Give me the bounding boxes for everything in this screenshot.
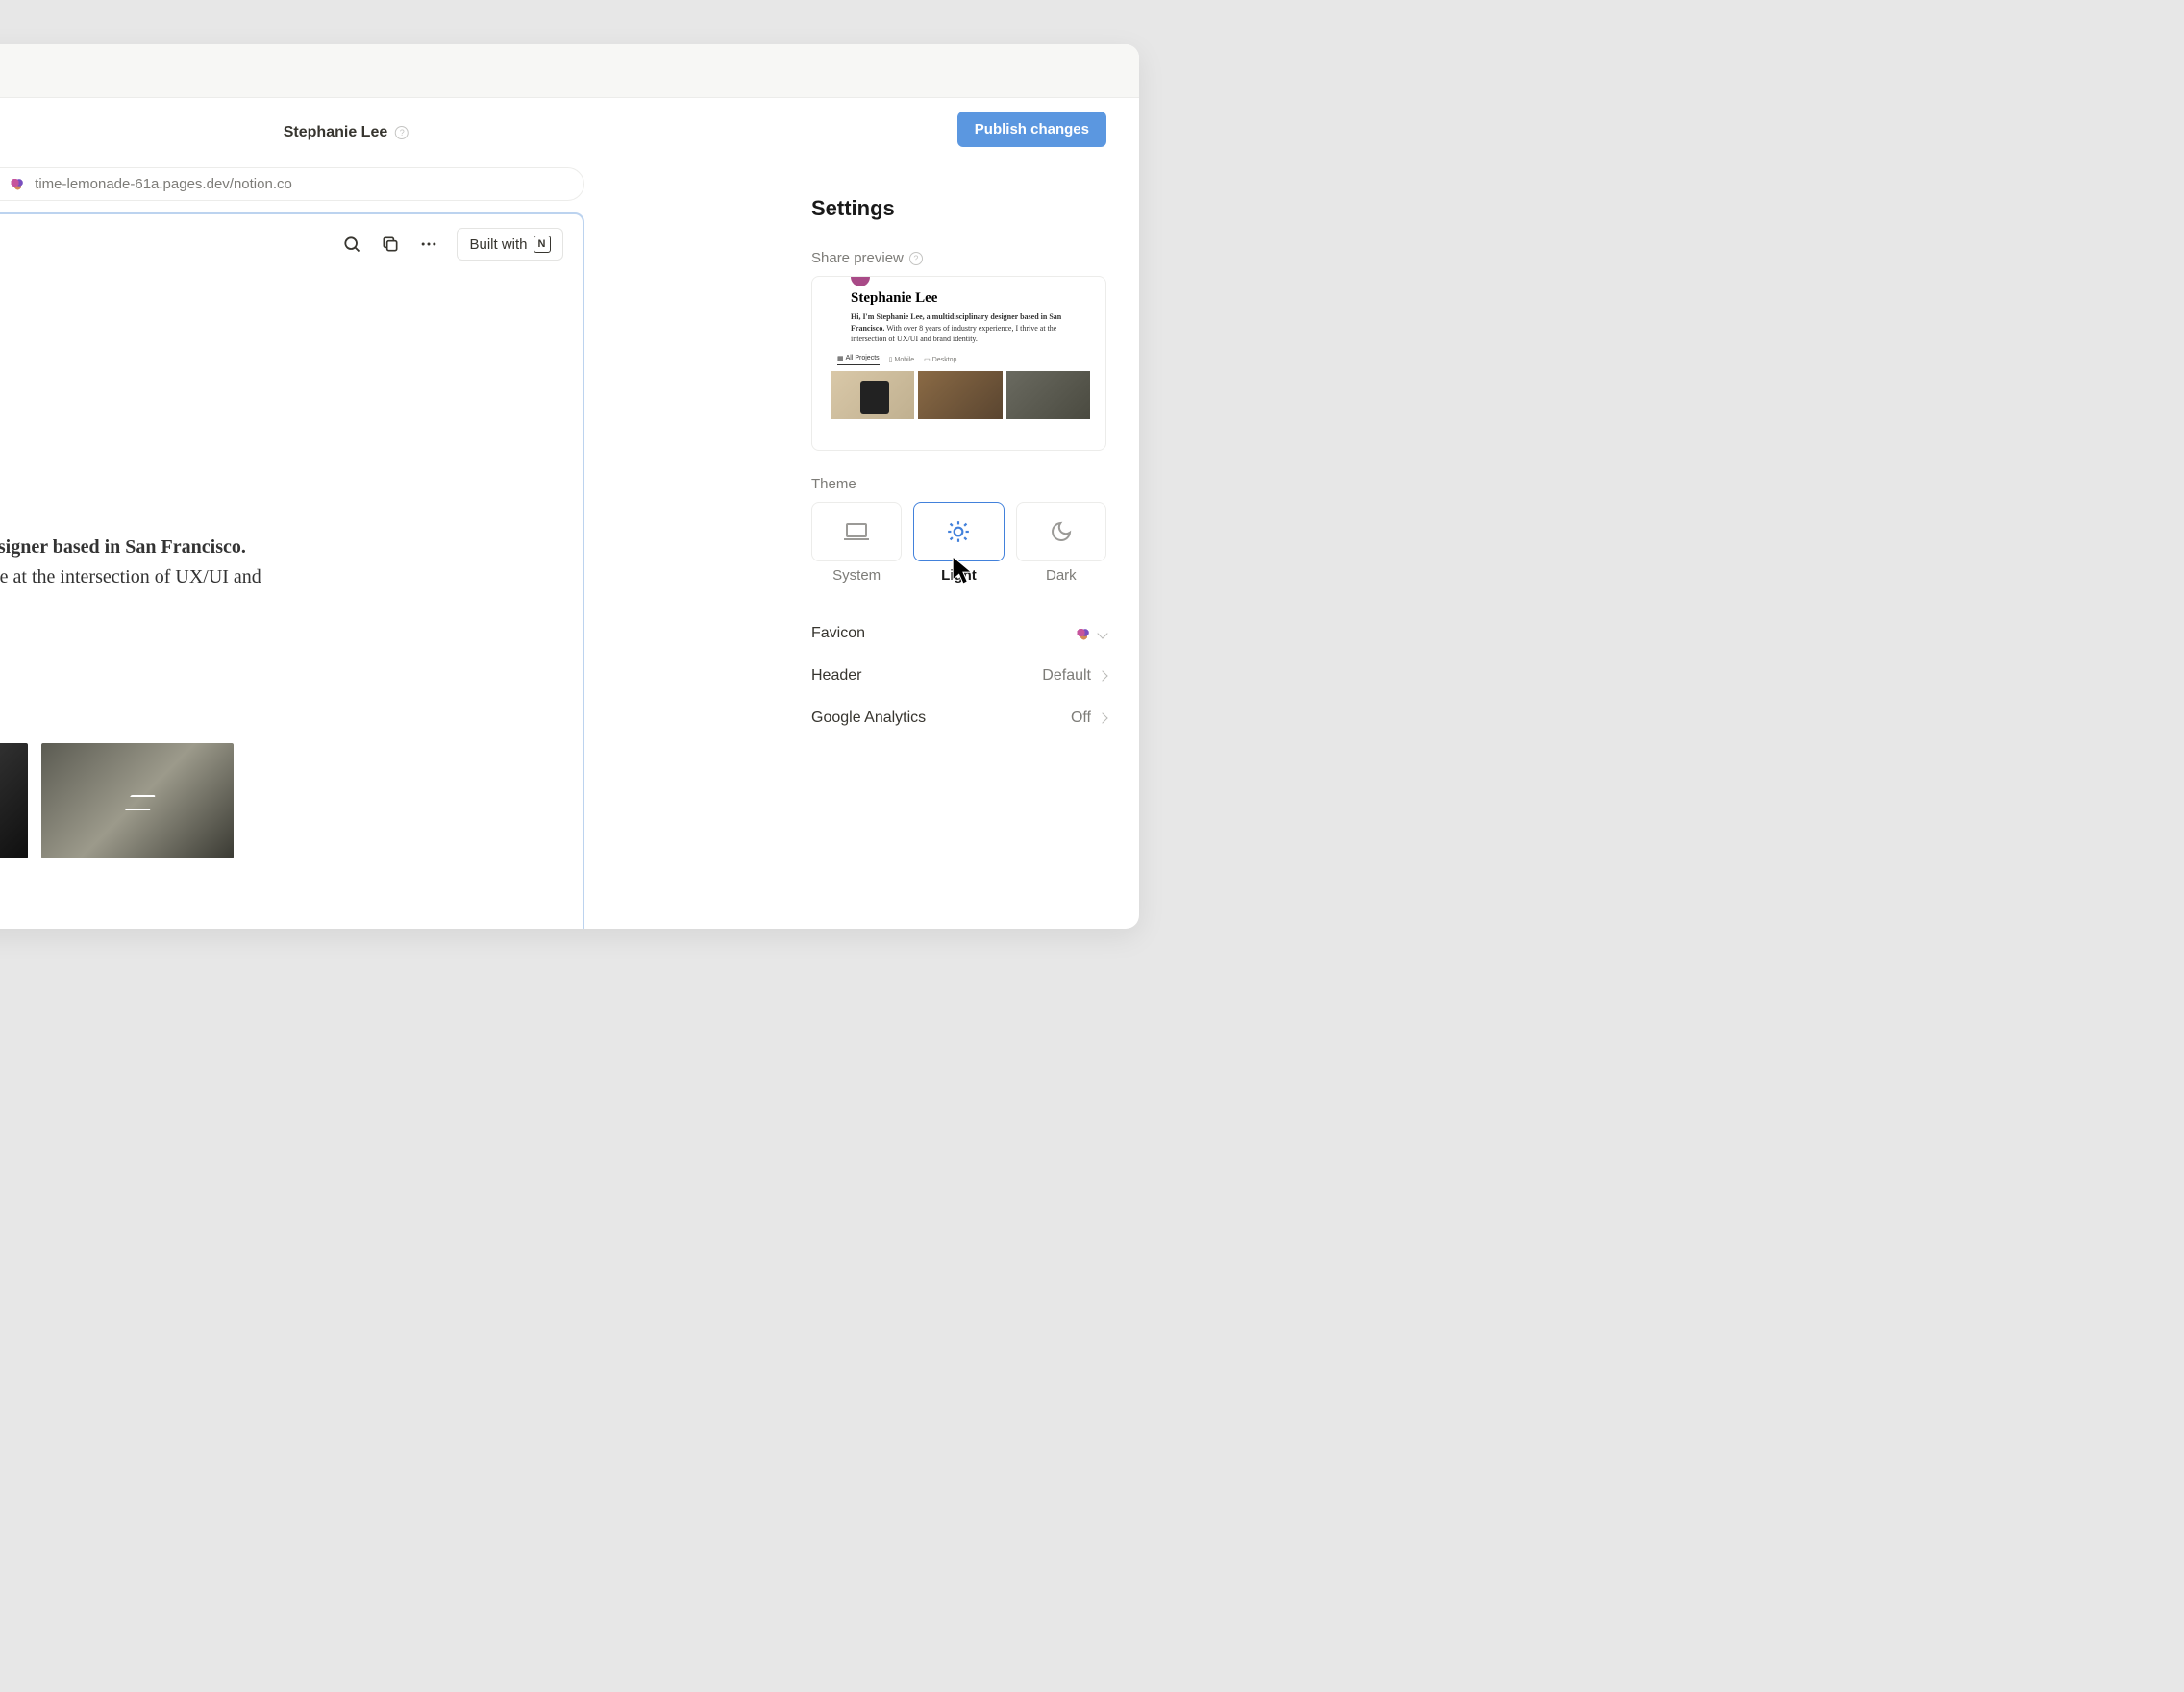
intro-line-1: With over 8 years of industry experience… [0, 566, 261, 587]
share-preview-card[interactable]: Stephanie Lee Hi, I'm Stephanie Lee, a m… [811, 276, 1106, 451]
page-intro: Hi, I'm Stephanie Lee, a multidisciplina… [0, 533, 376, 622]
copy-icon[interactable] [380, 234, 401, 255]
preview-frame: Built with N Stephanie Lee Hi, I'm Steph… [0, 212, 584, 929]
google-analytics-row[interactable]: Google Analytics Off [811, 697, 1106, 739]
header-value: Default [1042, 667, 1106, 684]
mini-thumb-1 [831, 371, 914, 419]
page-heading: Stephanie Lee [0, 466, 376, 515]
thumbnails [0, 743, 376, 858]
more-icon[interactable] [418, 234, 439, 255]
share-card-intro: Hi, I'm Stephanie Lee, a multidisciplina… [851, 311, 1067, 345]
app-window: Stephanie Lee ? Publish changes time-lem… [0, 44, 1139, 929]
theme-options [811, 502, 1106, 561]
page-body: Stephanie Lee Hi, I'm Stephanie Lee, a m… [0, 274, 434, 858]
header: Stephanie Lee ? Publish changes [0, 98, 1139, 167]
chevron-down-icon [1097, 628, 1107, 638]
theme-system[interactable] [811, 502, 902, 561]
settings-title: Settings [811, 196, 1106, 221]
header-title-wrap: Stephanie Lee ? [284, 124, 409, 141]
content: time-lemonade-61a.pages.dev/notion.co Bu… [0, 167, 1139, 929]
theme-light-label: Light [913, 567, 1004, 584]
preview-toolbar: Built with N [0, 214, 583, 274]
thumbnail-3[interactable] [41, 743, 234, 858]
theme-light[interactable] [913, 502, 1004, 561]
theme-system-label: System [811, 567, 902, 584]
settings-panel: Settings Share preview ? Stephanie Lee H… [779, 167, 1139, 929]
mini-tab-mobile: ▯ Mobile [889, 355, 914, 365]
mini-thumb-2 [918, 371, 1002, 419]
page-title: Stephanie Lee [284, 124, 387, 141]
laptop-icon [842, 521, 871, 542]
help-icon[interactable]: ? [395, 126, 409, 139]
publish-button[interactable]: Publish changes [957, 112, 1106, 147]
share-preview-label: Share preview ? [811, 250, 1106, 266]
notion-logo-icon: N [534, 236, 551, 253]
preview-column: time-lemonade-61a.pages.dev/notion.co Bu… [0, 167, 779, 929]
avatar [851, 277, 870, 286]
favicon-row[interactable]: Favicon [811, 612, 1106, 655]
palette-icon [11, 177, 25, 191]
topbar [0, 44, 1139, 98]
ga-label: Google Analytics [811, 709, 926, 727]
thumbnail-2[interactable] [0, 743, 28, 858]
header-label: Header [811, 667, 861, 684]
chevron-right-icon [1097, 670, 1107, 681]
project-tabs: Mobile Desktop [0, 697, 376, 716]
favicon-label: Favicon [811, 625, 865, 642]
theme-label: Theme [811, 476, 1106, 492]
share-mini-tabs: ▦ All Projects ▯ Mobile ▭ Desktop [837, 355, 1090, 365]
theme-dark[interactable] [1016, 502, 1106, 561]
favicon-value [1077, 627, 1106, 641]
mini-tab-all: ▦ All Projects [837, 355, 880, 365]
built-with-badge[interactable]: Built with N [457, 228, 562, 261]
url-text: time-lemonade-61a.pages.dev/notion.co [35, 176, 292, 192]
moon-icon [1050, 520, 1073, 543]
intro-bold: Hi, I'm Stephanie Lee, a multidisciplina… [0, 536, 246, 558]
theme-dark-label: Dark [1016, 567, 1106, 584]
chevron-right-icon [1097, 712, 1107, 723]
share-mini-thumbs [831, 371, 1090, 419]
urlbar[interactable]: time-lemonade-61a.pages.dev/notion.co [0, 167, 584, 201]
mini-tab-desktop: ▭ Desktop [924, 355, 956, 365]
theme-labels: System Light Dark [811, 567, 1106, 584]
palette-icon [1077, 627, 1091, 641]
mini-thumb-3 [1006, 371, 1090, 419]
sun-icon [946, 519, 971, 544]
search-icon[interactable] [341, 234, 362, 255]
help-icon[interactable]: ? [909, 252, 923, 265]
share-card-name: Stephanie Lee [851, 290, 1090, 307]
ga-value: Off [1071, 709, 1106, 727]
built-with-label: Built with [469, 236, 527, 253]
header-row[interactable]: Header Default [811, 655, 1106, 697]
